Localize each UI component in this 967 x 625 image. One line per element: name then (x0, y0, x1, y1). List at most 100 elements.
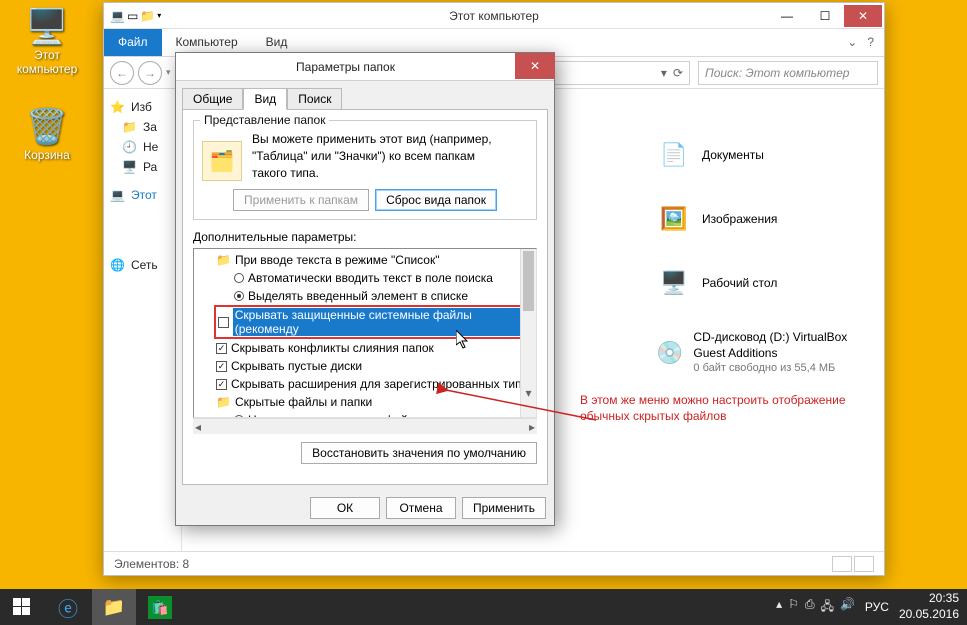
vertical-scrollbar[interactable]: ▴ ▾ (520, 249, 536, 417)
pictures-icon: 🖼️ (656, 201, 692, 237)
dialog-body: Представление папок 🗂️ Вы можете примени… (182, 109, 548, 485)
large-icons-view-icon[interactable] (854, 556, 874, 572)
checkbox-checked-icon: ✓ (216, 343, 227, 354)
desktop-label: Корзина (24, 148, 70, 162)
explorer-titlebar[interactable]: 💻 ▭ 📁 ▾ Этот компьютер — ☐ ✕ (104, 3, 884, 29)
tree-check-hide-system[interactable]: Скрывать защищенные системные файлы (рек… (233, 308, 532, 336)
item-label: Рабочий стол (702, 275, 777, 291)
ok-button[interactable]: ОК (310, 497, 380, 519)
cancel-button[interactable]: Отмена (386, 497, 456, 519)
folder-icon: 📁 (122, 120, 137, 134)
taskbar-ie[interactable]: ⓔ (46, 589, 90, 625)
star-icon: ⭐ (110, 100, 125, 114)
window-title: Этот компьютер (104, 9, 884, 23)
qat-new-folder-icon[interactable]: 📁 (140, 9, 155, 23)
search-input[interactable]: Поиск: Этот компьютер (698, 61, 878, 85)
navigation-pane[interactable]: ⭐Изб 📁За 🕘Не 🖥️Ра 💻Этот 🌐Сеть (104, 89, 182, 551)
dialog-tabs: Общие Вид Поиск (176, 81, 554, 109)
flag-icon[interactable]: ⚐ (788, 597, 799, 618)
scroll-right-icon[interactable]: ▸ (529, 420, 535, 434)
tree-check-hide-merge[interactable]: ✓Скрывать конфликты слияния папок (198, 339, 536, 357)
scroll-down-icon[interactable]: ▾ (521, 385, 536, 401)
taskbar-clock[interactable]: 20:35 20.05.2016 (899, 591, 959, 622)
tab-view[interactable]: Вид (243, 88, 287, 110)
computer-icon: 🖥️ (12, 10, 82, 44)
network-icon[interactable]: 🖧 (821, 597, 834, 618)
sidebar-downloads[interactable]: 📁За (108, 117, 177, 137)
ribbon-tab-file[interactable]: Файл (104, 29, 162, 56)
horizontal-scrollbar[interactable]: ◂▸ (193, 418, 537, 434)
sidebar-network[interactable]: 🌐Сеть (108, 255, 177, 275)
status-bar: Элементов: 8 (104, 551, 884, 575)
group-legend: Представление папок (200, 113, 329, 127)
app-icon: 💻 (110, 9, 125, 23)
close-button[interactable]: ✕ (844, 5, 882, 27)
sidebar-recent[interactable]: 🕘Не (108, 137, 177, 157)
computer-icon: 💻 (110, 188, 125, 202)
nav-back-button[interactable]: ← (110, 61, 134, 85)
item-cd-drive[interactable]: 💿 CD-дисковод (D:) VirtualBox Guest Addi… (652, 323, 874, 382)
tree-check-hide-empty[interactable]: ✓Скрывать пустые диски (198, 357, 536, 375)
clock-time: 20:35 (899, 591, 959, 607)
start-button[interactable] (0, 589, 44, 625)
nav-forward-button[interactable]: → (138, 61, 162, 85)
device-icon[interactable]: ⎙ (805, 597, 815, 618)
language-indicator[interactable]: РУС (865, 600, 889, 614)
tree-check-hide-ext[interactable]: ✓Скрывать расширения для зарегистрирован… (198, 375, 536, 393)
desktop: 🖥️ Этот компьютер 🗑️ Корзина 💻 ▭ 📁 ▾ Это… (0, 0, 967, 625)
scrollbar-thumb[interactable] (523, 251, 534, 311)
folder-views-group: Представление папок 🗂️ Вы можете примени… (193, 120, 537, 220)
sidebar-this-pc[interactable]: 💻Этот (108, 185, 177, 205)
item-pictures[interactable]: 🖼️ Изображения (652, 195, 874, 243)
apply-button[interactable]: Применить (462, 497, 546, 519)
highlight-red-box: Скрывать защищенные системные файлы (рек… (214, 305, 536, 339)
details-view-icon[interactable] (832, 556, 852, 572)
tree-group-hidden: 📁Скрытые файлы и папки (198, 393, 536, 411)
tree-radio-hidden-no[interactable]: Не показывать скрытые файлы, папки и дис… (198, 411, 536, 418)
tab-general[interactable]: Общие (182, 88, 243, 110)
item-label: Документы (702, 147, 764, 163)
tree-radio-highlight[interactable]: Выделять введенный элемент в списке (198, 287, 536, 305)
tab-search[interactable]: Поиск (287, 88, 342, 110)
item-sublabel: 0 байт свободно из 55,4 МБ (693, 361, 870, 376)
nav-history-dropdown-icon[interactable]: ▾ (166, 67, 171, 78)
desktop-icon-recycle-bin[interactable]: 🗑️ Корзина (12, 110, 82, 162)
desktop-icon-this-pc[interactable]: 🖥️ Этот компьютер (12, 10, 82, 76)
checkbox-icon[interactable] (218, 317, 229, 328)
minimize-button[interactable]: — (768, 5, 806, 27)
scroll-left-icon[interactable]: ◂ (195, 420, 201, 434)
radio-icon (234, 273, 244, 283)
item-desktop[interactable]: 🖥️ Рабочий стол (652, 259, 874, 307)
advanced-settings-tree[interactable]: 📁При вводе текста в режиме "Список" Авто… (193, 248, 537, 418)
ribbon-expand-icon[interactable]: ⌄ ? (837, 29, 884, 56)
clock-date: 20.05.2016 (899, 607, 959, 623)
tree-group: 📁При вводе текста в режиме "Список" (198, 251, 536, 269)
dialog-close-button[interactable]: ✕ (515, 53, 555, 79)
maximize-button[interactable]: ☐ (806, 5, 844, 27)
sidebar-desktop[interactable]: 🖥️Ра (108, 157, 177, 177)
system-tray[interactable]: ▴ ⚐ ⎙ 🖧 🔊 (776, 597, 855, 618)
radio-icon (234, 415, 244, 418)
restore-defaults-button[interactable]: Восстановить значения по умолчанию (301, 442, 537, 464)
taskbar[interactable]: ⓔ 📁 🛍️ ▴ ⚐ ⎙ 🖧 🔊 РУС 20:35 20.05.2016 (0, 589, 967, 625)
checkbox-checked-icon: ✓ (216, 361, 227, 372)
reset-folders-button[interactable]: Сброс вида папок (375, 189, 497, 211)
folder-icon: 📁 (103, 597, 125, 618)
sidebar-favorites[interactable]: ⭐Изб (108, 97, 177, 117)
qat-dropdown-icon[interactable]: ▾ (157, 11, 161, 20)
item-label: CD-дисковод (D:) VirtualBox Guest Additi… (693, 329, 870, 361)
sound-icon[interactable]: 🔊 (840, 597, 855, 618)
tree-radio-auto-type[interactable]: Автоматически вводить текст в поле поиск… (198, 269, 536, 287)
checkbox-checked-icon: ✓ (216, 379, 227, 390)
refresh-icon[interactable]: ⟳ (673, 66, 683, 80)
qat-properties-icon[interactable]: ▭ (127, 9, 138, 23)
view-mode-toggle[interactable] (832, 556, 874, 572)
taskbar-store[interactable]: 🛍️ (138, 589, 182, 625)
taskbar-explorer[interactable]: 📁 (92, 589, 136, 625)
folder-options-dialog: Параметры папок ✕ Общие Вид Поиск Предст… (175, 52, 555, 526)
folder-icon: 📁 (216, 393, 231, 411)
item-documents[interactable]: 📄 Документы (652, 131, 874, 179)
address-dropdown-icon[interactable]: ▾ (661, 66, 667, 80)
dialog-titlebar[interactable]: Параметры папок ✕ (176, 53, 554, 81)
tray-up-icon[interactable]: ▴ (776, 597, 782, 618)
